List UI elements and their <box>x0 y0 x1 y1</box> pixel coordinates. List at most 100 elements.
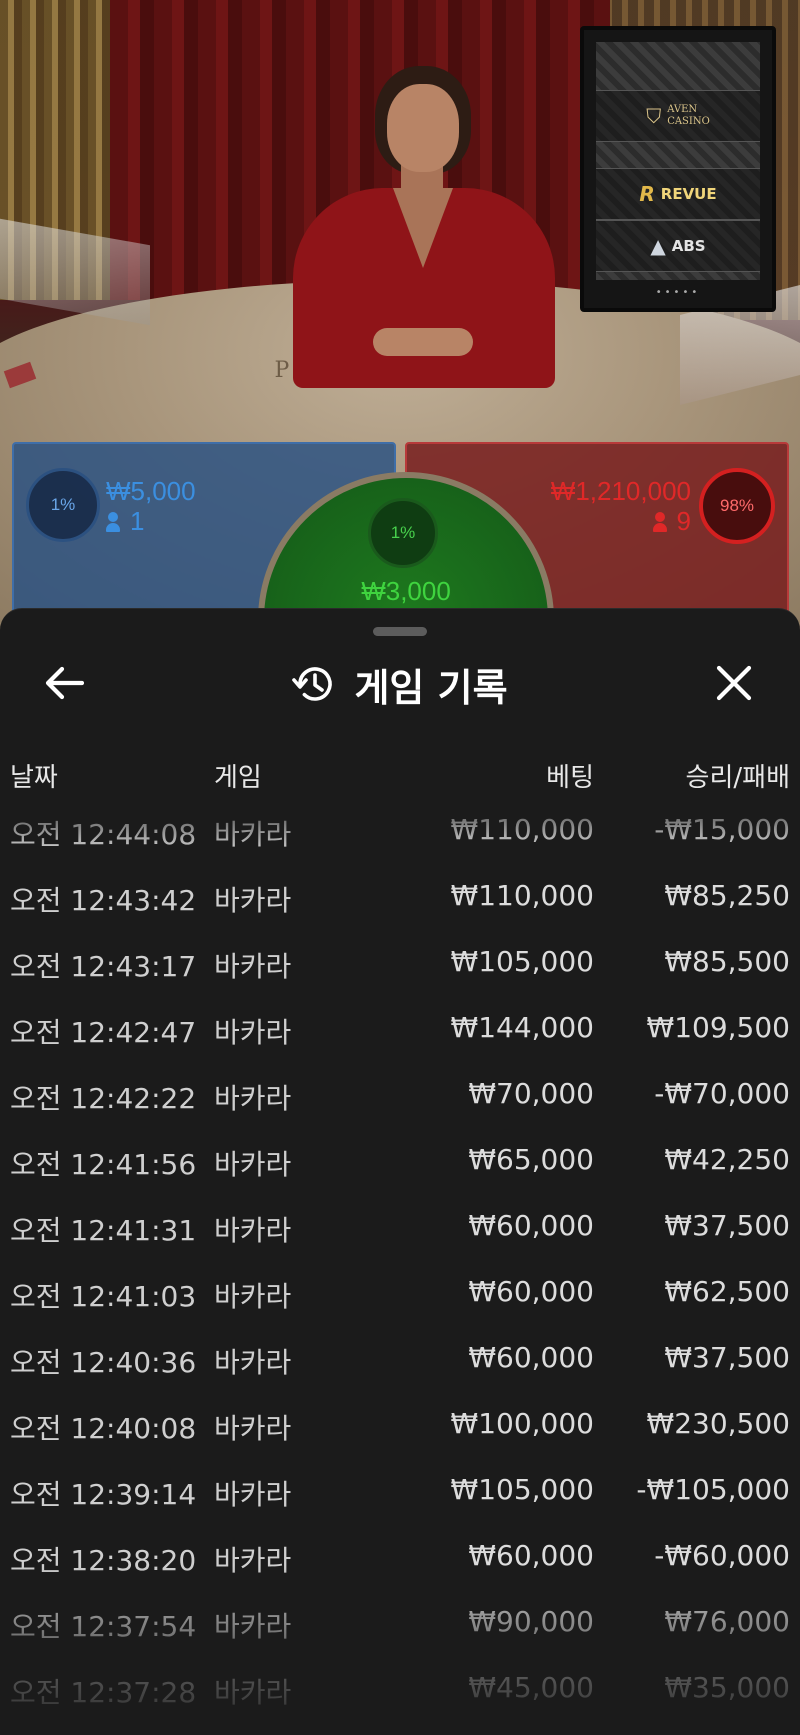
row-bet: ₩60,000 <box>468 1341 594 1374</box>
row-result: ₩62,500 <box>664 1275 790 1308</box>
table-row[interactable]: 오전 12:40:08 바카라 ₩100,000 ₩230,500 <box>0 1399 800 1465</box>
row-time: 오전 12:41:03 <box>10 1280 197 1313</box>
player-percent: 1% <box>50 495 76 514</box>
row-game: 바카라 <box>214 818 292 851</box>
row-bet: ₩60,000 <box>468 1539 594 1572</box>
dealer <box>265 60 575 388</box>
row-game: 바카라 <box>214 884 292 917</box>
row-time: 오전 12:37:28 <box>10 1676 197 1709</box>
row-time: 오전 12:42:47 <box>10 1016 197 1049</box>
table-row[interactable]: 오전 12:40:36 바카라 ₩60,000 ₩37,500 <box>0 1333 800 1399</box>
table-row[interactable]: 오전 12:44:08 바카라 ₩110,000 -₩15,000 <box>0 805 800 871</box>
sheet-drag-handle[interactable] <box>373 627 427 636</box>
history-table-body[interactable]: 오전 12:44:08 바카라 ₩110,000 -₩15,000 오전 12:… <box>0 805 800 1735</box>
close-icon <box>716 665 752 701</box>
row-game: 바카라 <box>214 1214 292 1247</box>
row-bet: ₩105,000 <box>450 1473 594 1506</box>
tie-percent: 1% <box>390 523 416 542</box>
person-icon <box>652 512 667 532</box>
aven-casino-logo: ⛉ AVEN CASINO <box>596 90 760 142</box>
banker-bettor-count-row: 9 <box>652 506 691 537</box>
table-row[interactable]: 오전 12:43:42 바카라 ₩110,000 ₩85,250 <box>0 871 800 937</box>
table-row[interactable]: 오전 12:42:22 바카라 ₩70,000 -₩70,000 <box>0 1069 800 1135</box>
row-bet: ₩144,000 <box>450 1011 594 1044</box>
table-row[interactable]: 오전 12:37:54 바카라 ₩90,000 ₩76,000 <box>0 1597 800 1663</box>
row-game: 바카라 <box>214 1478 292 1511</box>
sponsor-display-panel: ⛉ AVEN CASINO R REVUE ▲ ABS ••••• <box>580 26 776 312</box>
player-bettor-count: 1 <box>130 506 145 536</box>
row-bet: ₩100,000 <box>450 1407 594 1440</box>
page-title: 게임 기록 <box>354 665 508 710</box>
table-row[interactable]: 오전 12:39:14 바카라 ₩105,000 -₩105,000 <box>0 1465 800 1531</box>
row-result: -₩105,000 <box>636 1473 790 1506</box>
row-time: 오전 12:44:08 <box>10 818 197 851</box>
row-bet: ₩110,000 <box>450 813 594 846</box>
banker-bettor-count: 9 <box>676 506 691 536</box>
row-bet: ₩110,000 <box>450 879 594 912</box>
row-result: ₩42,250 <box>664 1143 790 1176</box>
row-time: 오전 12:41:56 <box>10 1148 197 1181</box>
row-result: ₩37,500 <box>664 1209 790 1242</box>
column-header-date: 날짜 <box>10 763 58 793</box>
table-row[interactable]: 오전 12:42:47 바카라 ₩144,000 ₩109,500 <box>0 1003 800 1069</box>
row-result: ₩109,500 <box>646 1011 790 1044</box>
revue-logo: R REVUE <box>596 168 760 220</box>
row-bet: ₩65,000 <box>468 1143 594 1176</box>
row-game: 바카라 <box>214 1610 292 1643</box>
row-result: ₩230,500 <box>646 1407 790 1440</box>
table-row[interactable]: 오전 12:41:03 바카라 ₩60,000 ₩62,500 <box>0 1267 800 1333</box>
column-header-bet: 베팅 <box>546 763 594 793</box>
row-game: 바카라 <box>214 1280 292 1313</box>
row-result: ₩85,250 <box>664 879 790 912</box>
banker-bet-amount: ₩1,210,000 <box>550 476 691 506</box>
person-icon <box>106 512 120 532</box>
row-game: 바카라 <box>214 1148 292 1181</box>
row-time: 오전 12:41:31 <box>10 1214 197 1247</box>
column-header-game: 게임 <box>214 763 262 793</box>
row-game: 바카라 <box>214 1544 292 1577</box>
history-clock-icon <box>292 662 336 706</box>
row-bet: ₩90,000 <box>468 1605 594 1638</box>
row-time: 오전 12:42:22 <box>10 1082 197 1115</box>
row-result: -₩60,000 <box>654 1539 790 1572</box>
abs-logo: ▲ ABS <box>596 220 760 272</box>
row-time: 오전 12:40:36 <box>10 1346 197 1379</box>
table-row[interactable]: 오전 12:38:20 바카라 ₩60,000 -₩60,000 <box>0 1531 800 1597</box>
row-game: 바카라 <box>214 950 292 983</box>
row-result: ₩76,000 <box>664 1605 790 1638</box>
row-result: -₩70,000 <box>654 1077 790 1110</box>
live-video-feed: PLAYER BANKER ⛉ AVEN CASINO R REVUE ▲ AB… <box>0 0 800 640</box>
shield-icon: ⛉ <box>646 104 662 128</box>
close-button[interactable] <box>706 655 762 711</box>
row-bet: ₩70,000 <box>468 1077 594 1110</box>
row-result: ₩85,500 <box>664 945 790 978</box>
row-result: ₩35,000 <box>664 1671 790 1704</box>
table-row[interactable]: 오전 12:41:31 바카라 ₩60,000 ₩37,500 <box>0 1201 800 1267</box>
table-row[interactable]: 오전 12:41:56 바카라 ₩65,000 ₩42,250 <box>0 1135 800 1201</box>
banker-percent-ring: 98% <box>699 468 775 544</box>
tie-bet-amount: ₩3,000 <box>361 576 451 606</box>
row-game: 바카라 <box>214 1016 292 1049</box>
row-bet: ₩60,000 <box>468 1275 594 1308</box>
row-time: 오전 12:37:54 <box>10 1610 197 1643</box>
row-bet: ₩105,000 <box>450 945 594 978</box>
game-history-sheet: 게임 기록 날짜 게임 베팅 승리/패배 오전 12:44:08 바카라 ₩11… <box>0 608 800 1735</box>
row-game: 바카라 <box>214 1346 292 1379</box>
row-game: 바카라 <box>214 1676 292 1709</box>
row-time: 오전 12:38:20 <box>10 1544 197 1577</box>
row-time: 오전 12:40:08 <box>10 1412 197 1445</box>
row-time: 오전 12:43:17 <box>10 950 197 983</box>
banker-percent: 98% <box>719 496 755 515</box>
sheet-header: 게임 기록 <box>0 659 800 710</box>
row-game: 바카라 <box>214 1412 292 1445</box>
row-bet: ₩60,000 <box>468 1209 594 1242</box>
panel-pagination-dots: ••••• <box>655 287 701 298</box>
player-bet-amount: ₩5,000 <box>106 476 196 506</box>
history-table-header: 날짜 게임 베팅 승리/패배 <box>0 757 800 797</box>
row-result: -₩15,000 <box>654 813 790 846</box>
row-time: 오전 12:43:42 <box>10 884 197 917</box>
table-row[interactable]: 오전 12:37:28 바카라 ₩45,000 ₩35,000 <box>0 1663 800 1729</box>
row-time: 오전 12:39:14 <box>10 1478 197 1511</box>
row-game: 바카라 <box>214 1082 292 1115</box>
table-row[interactable]: 오전 12:43:17 바카라 ₩105,000 ₩85,500 <box>0 937 800 1003</box>
